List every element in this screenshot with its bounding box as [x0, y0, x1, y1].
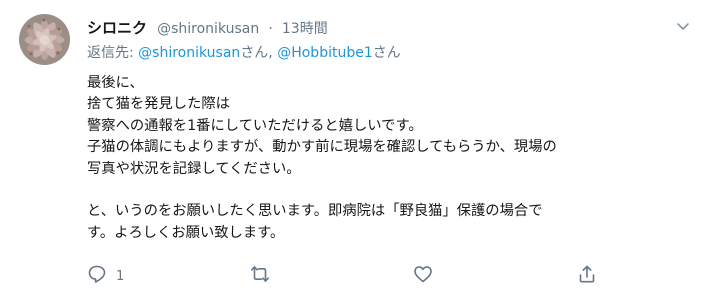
chevron-down-icon[interactable] — [675, 18, 691, 34]
retweet-button[interactable] — [250, 264, 270, 288]
reply-to-honorific: さん, — [240, 45, 278, 61]
tweet-text-line: 捨て猫を発見した際は — [87, 96, 230, 113]
separator-dot: · — [268, 21, 273, 37]
reply-to-user-link[interactable]: @Hobbitube1 — [277, 45, 373, 61]
tweet-text-line: 最後に、 — [87, 75, 144, 91]
timestamp[interactable]: 13時間 — [282, 21, 328, 37]
display-name[interactable]: シロニク — [87, 19, 147, 37]
reply-to-prefix: 返信先: — [87, 45, 139, 61]
user-handle[interactable]: @shironikusan — [157, 21, 259, 37]
tweet-actions: 1 — [87, 264, 687, 288]
heart-icon — [413, 264, 433, 288]
tweet-text-line: す。よろしくお願い致します。 — [87, 224, 285, 241]
share-button[interactable] — [577, 264, 597, 288]
tweet-text-line — [87, 180, 707, 201]
tweet-text-line: と、いうのをお願いしたく思います。即病院は「野良猫」保護の場合で — [87, 203, 543, 220]
tweet-text-line: 写真や状況を記録してください。 — [87, 160, 301, 177]
reply-count: 1 — [116, 268, 125, 284]
reply-to-honorific: さん — [372, 45, 401, 61]
tweet-header: シロニク @shironikusan · 13時間 — [87, 17, 705, 39]
avatar-image — [19, 14, 70, 65]
reply-to-user-link[interactable]: @shironikusan — [138, 45, 240, 61]
tweet-text: 最後に、 捨て猫を発見した際は 警察への通報を1番にしていただけると嬉しいです。… — [87, 73, 707, 244]
retweet-icon — [250, 264, 270, 288]
reply-icon — [87, 264, 107, 288]
tweet-text-line: 子猫の体調にもよりますが、動かす前に現場を確認してもらうか、現場の — [87, 139, 557, 156]
tweet-text-line: 警察への通報を1番にしていただけると嬉しいです。 — [87, 117, 423, 134]
share-icon — [577, 264, 597, 288]
avatar[interactable] — [19, 14, 70, 65]
reply-to: 返信先: @shironikusanさん, @Hobbitube1さん — [87, 42, 401, 62]
like-button[interactable] — [413, 264, 433, 288]
reply-button[interactable]: 1 — [87, 264, 124, 288]
tweet[interactable]: シロニク @shironikusan · 13時間 返信先: @shironik… — [0, 0, 719, 301]
